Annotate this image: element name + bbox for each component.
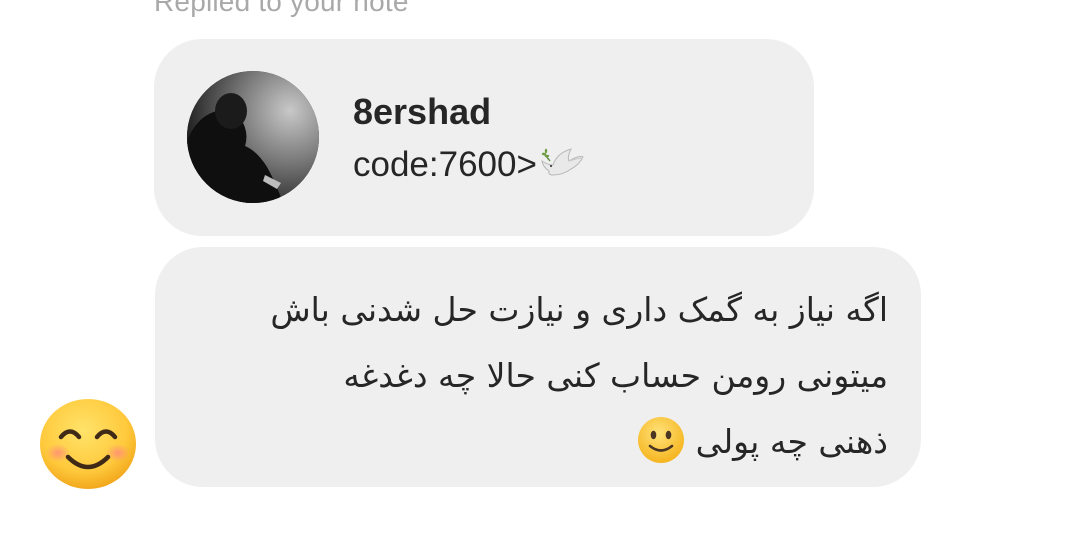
message-line-last: ذهنی چه پولی [168, 409, 888, 475]
avatar-photo [187, 71, 319, 203]
message-text: اگه نیاز به گمک داری و نیازت حل شدنی باش… [168, 277, 888, 475]
note-content: code:7600> [353, 145, 585, 185]
dm-thread: Replied to your note 8ershad code:7600> [0, 0, 1080, 551]
message-line: میتونی رومن حساب کنی حالا چه دغدغه [343, 356, 888, 395]
avatar[interactable] [187, 71, 319, 203]
message-line-text: ذهنی چه پولی [695, 422, 888, 461]
smiling-face-with-smiling-eyes-icon[interactable] [38, 397, 138, 491]
slightly-smiling-face-icon [636, 415, 686, 465]
note-text: code:7600> [353, 145, 537, 184]
message-bubble[interactable]: اگه نیاز به گمک داری و نیازت حل شدنی باش… [155, 247, 921, 487]
dove-icon [539, 145, 585, 185]
message-line: اگه نیاز به گمک داری و نیازت حل شدنی باش [270, 290, 888, 329]
note-username[interactable]: 8ershad [353, 91, 491, 133]
replied-to-note-label: Replied to your note [154, 0, 409, 17]
replied-note-card[interactable]: 8ershad code:7600> [154, 39, 814, 236]
